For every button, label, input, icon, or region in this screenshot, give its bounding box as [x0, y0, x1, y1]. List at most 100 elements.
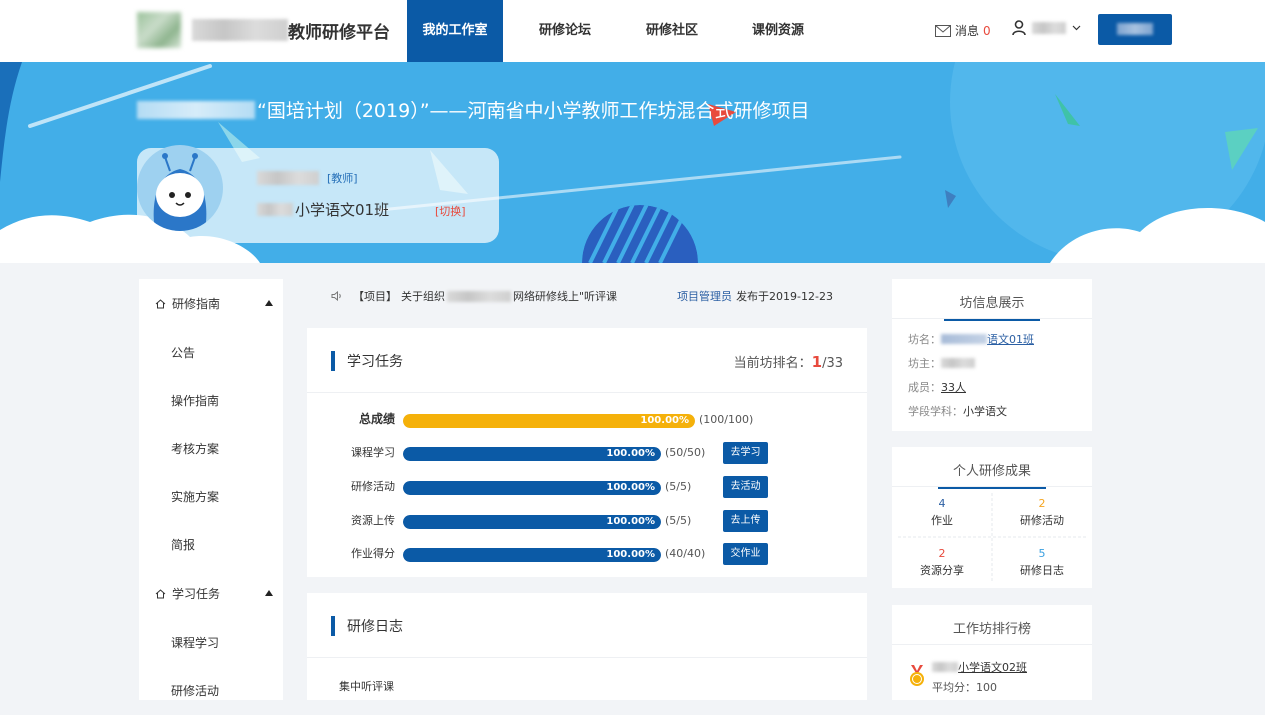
top-navbar: 教师研修平台 我的工作室 研修论坛 研修社区 课例资源 消息 0	[0, 0, 1265, 62]
sidebar-item-announcement[interactable]: 公告	[139, 329, 283, 377]
nav-my-studio[interactable]: 我的工作室	[407, 0, 503, 62]
achievement-count: 5	[1038, 547, 1046, 560]
progress-percent: 100.00%	[640, 415, 689, 426]
sidebar-group-guide[interactable]: 研修指南	[139, 279, 283, 329]
progress-score: (5/5)	[665, 514, 692, 527]
achievement-count: 2	[938, 547, 946, 560]
workshop-name-link[interactable]: 语文01班	[987, 331, 1034, 347]
notice-bar[interactable]: 【项目】 关于组织 网络研修线上"听评课 项目管理员 发布于2019-12-23	[307, 279, 867, 313]
members-link[interactable]: 33人	[941, 379, 966, 395]
rank-total: /33	[822, 356, 843, 371]
info-label: 坊名：	[908, 333, 941, 346]
progress-fill: 100.00%	[403, 481, 661, 495]
project-title-text: “国培计划（2019）”——河南省中小学教师工作坊混合式研修项目	[257, 100, 810, 122]
achievement-label: 研修活动	[1020, 514, 1064, 527]
messages-label: 消息	[955, 24, 980, 38]
chevron-down-icon	[1072, 25, 1081, 30]
achievement-count: 2	[1038, 497, 1046, 510]
messages-count: 0	[983, 23, 991, 38]
progress-row-homework-score: 作业得分 100.00% (40/40) 交作业	[307, 542, 867, 566]
sidebar-item-guide[interactable]: 操作指南	[139, 377, 283, 425]
progress-percent: 100.00%	[606, 549, 655, 560]
achievement-label: 资源分享	[920, 564, 964, 577]
notice-publisher: 项目管理员	[677, 290, 733, 303]
subject-value: 小学语文	[963, 405, 1007, 418]
achievements-panel: 个人研修成果 4 作业 2 研修活动 2 资源分享 5 研修日志	[892, 447, 1092, 588]
nav-community[interactable]: 研修社区	[627, 0, 717, 62]
achievement-activities[interactable]: 2 研修活动	[992, 487, 1092, 537]
profile-name-row: [教师]	[257, 170, 358, 186]
teacher-name-redacted	[257, 171, 319, 185]
title-prefix-redacted	[137, 100, 255, 119]
class-prefix-redacted	[257, 203, 293, 216]
achievement-count: 4	[938, 497, 946, 510]
mail-icon	[935, 24, 951, 37]
panel-header: 研修日志	[307, 593, 867, 658]
switch-class-link[interactable]: [切换]	[435, 203, 466, 219]
progress-score: (40/40)	[665, 547, 706, 560]
task-action-button[interactable]: 去学习	[723, 442, 768, 464]
progress-row-research-activity: 研修活动 100.00% (5/5) 去活动	[307, 475, 867, 499]
messages-link[interactable]: 消息 0	[935, 22, 991, 39]
ranking-average: 平均分：100	[932, 681, 997, 694]
progress-label: 资源上传	[351, 514, 395, 527]
section-marker	[331, 351, 335, 371]
notice-text-prefix: 关于组织	[401, 290, 445, 303]
collapse-arrow-icon[interactable]	[265, 300, 273, 306]
nav-forum[interactable]: 研修论坛	[503, 0, 627, 62]
workshop-rank: 当前坊排名：1/33	[734, 352, 843, 371]
collapse-arrow-icon[interactable]	[265, 590, 273, 596]
avatar[interactable]	[137, 145, 223, 231]
sidebar-item-activities[interactable]: 研修活动	[139, 667, 283, 715]
gold-medal-icon	[910, 665, 924, 686]
user-menu[interactable]	[1012, 20, 1081, 35]
workshop-ranking-panel: 工作坊排行榜 小学语文02班 平均分：100	[892, 605, 1092, 700]
task-action-button[interactable]: 交作业	[723, 543, 768, 565]
user-icon	[1012, 20, 1026, 35]
progress-label: 作业得分	[351, 547, 395, 560]
mascot-avatar-icon	[153, 153, 207, 231]
progress-fill: 100.00%	[403, 515, 661, 529]
main-nav: 我的工作室 研修论坛 研修社区 课例资源	[407, 0, 839, 62]
nav-resources[interactable]: 课例资源	[717, 0, 839, 62]
learning-tasks-panel: 学习任务 当前坊排名：1/33 总成绩 100.00% (100/100) 课程学习 1…	[307, 328, 867, 577]
sidebar-group-label: 学习任务	[172, 587, 221, 601]
ranking-item[interactable]: 小学语文02班 平均分：100	[908, 655, 1088, 699]
left-sidebar: 研修指南 公告 操作指南 考核方案 实施方案 简报 学习任务 课程学习 研修活动	[139, 279, 283, 700]
notice-tag: 【项目】	[353, 290, 397, 303]
sidebar-group-tasks[interactable]: 学习任务	[139, 569, 283, 619]
task-action-button[interactable]: 去活动	[723, 476, 768, 498]
sidebar-item-courses[interactable]: 课程学习	[139, 619, 283, 667]
progress-bar: 100.00%	[403, 515, 661, 529]
info-row-members: 成员： 33人	[908, 379, 966, 395]
sidebar-item-brief[interactable]: 简报	[139, 521, 283, 569]
sidebar-item-plan[interactable]: 实施方案	[139, 473, 283, 521]
panel-title: 个人研修成果	[937, 460, 1046, 489]
site-title[interactable]: 教师研修平台	[288, 18, 390, 43]
ranking-name[interactable]: 小学语文02班	[932, 659, 1027, 675]
achievement-label: 研修日志	[1020, 564, 1064, 577]
user-action-button[interactable]	[1098, 14, 1172, 45]
progress-label: 课程学习	[351, 446, 395, 459]
progress-row-resource-upload: 资源上传 100.00% (5/5) 去上传	[307, 509, 867, 533]
logo-text-redacted	[192, 19, 288, 41]
progress-label: 研修活动	[351, 480, 395, 493]
achievement-homework[interactable]: 4 作业	[892, 487, 992, 537]
progress-label: 总成绩	[358, 412, 395, 426]
panel-title: 工作坊排行榜	[952, 622, 1031, 637]
sidebar-item-assessment[interactable]: 考核方案	[139, 425, 283, 473]
progress-row-course-study: 课程学习 100.00% (50/50) 去学习	[307, 441, 867, 465]
logo-icon[interactable]	[137, 12, 181, 48]
task-action-button[interactable]: 去上传	[723, 510, 768, 532]
achievement-diaries[interactable]: 5 研修日志	[992, 537, 1092, 587]
progress-percent: 100.00%	[606, 448, 655, 459]
notice-date: 发布于2019-12-23	[736, 290, 833, 303]
ranking-name-text: 小学语文02班	[958, 661, 1027, 674]
info-label: 坊主：	[908, 357, 941, 370]
progress-fill: 100.00%	[403, 548, 661, 562]
info-label: 学段学科：	[908, 405, 963, 418]
role-badge: [教师]	[327, 172, 358, 185]
progress-fill: 100.00%	[403, 447, 661, 461]
diary-item[interactable]: 集中听评课	[339, 678, 394, 694]
achievement-resources[interactable]: 2 资源分享	[892, 537, 992, 587]
